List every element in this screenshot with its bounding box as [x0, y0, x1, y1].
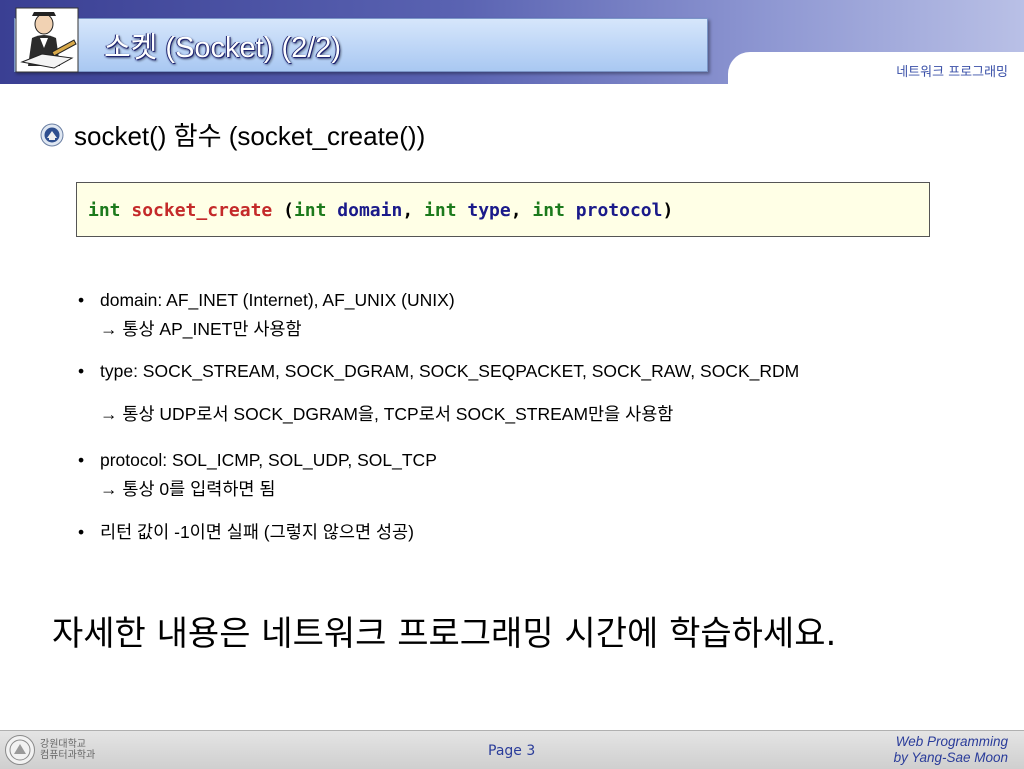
list-item-subtext: → 통상 AP_INET만 사용함	[100, 319, 302, 339]
bullet-dot: •	[78, 361, 85, 381]
professor-writing-icon	[15, 7, 79, 73]
list-item-protocol: • protocol: SOL_ICMP, SOL_UDP, SOL_TCP →…	[78, 446, 978, 504]
university-emblem-bullet-icon	[40, 123, 64, 146]
school-line-2: 컴퓨터과학과	[40, 750, 96, 761]
credit-course: Web Programming	[895, 734, 1008, 749]
list-item-text: protocol: SOL_ICMP, SOL_UDP, SOL_TCP	[100, 450, 437, 470]
code-param3-type: int	[532, 200, 565, 221]
code-param1-type: int	[293, 200, 327, 221]
slide-title: 소켓 (Socket) (2/2)	[104, 32, 342, 64]
school-line-1: 강원대학교	[40, 739, 86, 750]
code-function-name: socket_create	[131, 200, 273, 221]
slide-footer: 강원대학교 컴퓨터과학과 Page 3 Web Programming by Y…	[0, 730, 1024, 769]
list-item-return: • 리턴 값이 -1이면 실패 (그렇지 않으면 성공)	[78, 518, 978, 547]
slide-header: 소켓 (Socket) (2/2) 네트워크 프로그래밍	[0, 0, 1024, 88]
footer-credits: Web Programming by Yang-Sae Moon	[894, 734, 1008, 766]
university-seal-icon	[5, 735, 35, 765]
section-heading: socket() 함수 (socket_create())	[40, 116, 425, 153]
page-number: Page 3	[488, 743, 536, 759]
footer-school-name: 강원대학교 컴퓨터과학과	[40, 739, 95, 761]
code-param2-name: type	[467, 200, 511, 221]
code-close-paren: )	[662, 200, 674, 221]
code-open-paren: (	[283, 200, 294, 221]
code-param3-name: protocol	[575, 200, 663, 221]
heading-text: socket() 함수 (socket_create())	[74, 121, 426, 151]
list-item-subtext: → 통상 0를 입력하면 됨	[100, 479, 276, 499]
list-item-text: 리턴 값이 -1이면 실패 (그렇지 않으면 성공)	[100, 522, 414, 542]
code-comma1: ,	[402, 200, 414, 221]
bullet-dot: •	[78, 290, 85, 310]
list-item-domain: • domain: AF_INET (Internet), AF_UNIX (U…	[78, 286, 978, 344]
bullet-dot: •	[78, 522, 85, 542]
code-return-type: int	[88, 200, 121, 221]
code-param1-name: domain	[337, 200, 403, 221]
list-item-text: type: SOCK_STREAM, SOCK_DGRAM, SOCK_SEQP…	[100, 361, 800, 381]
code-param2-type: int	[424, 200, 457, 221]
list-item-type: • type: SOCK_STREAM, SOCK_DGRAM, SOCK_SE…	[78, 357, 978, 424]
function-signature: int socket_create (int domain, int type,…	[76, 182, 930, 237]
code-comma2: ,	[510, 200, 522, 221]
credit-author: by Yang-Sae Moon	[893, 750, 1008, 765]
bullet-dot: •	[78, 450, 85, 470]
course-tab-label: 네트워크 프로그래밍	[896, 65, 1008, 80]
list-item-subtext: → 통상 UDP로서 SOCK_DGRAM을, TCP로서 SOCK_STREA…	[100, 404, 674, 424]
study-note: 자세한 내용은 네트워크 프로그래밍 시간에 학습하세요.	[52, 614, 837, 654]
parameter-list: • domain: AF_INET (Internet), AF_UNIX (U…	[78, 286, 978, 547]
list-item-text: domain: AF_INET (Internet), AF_UNIX (UNI…	[100, 290, 455, 310]
